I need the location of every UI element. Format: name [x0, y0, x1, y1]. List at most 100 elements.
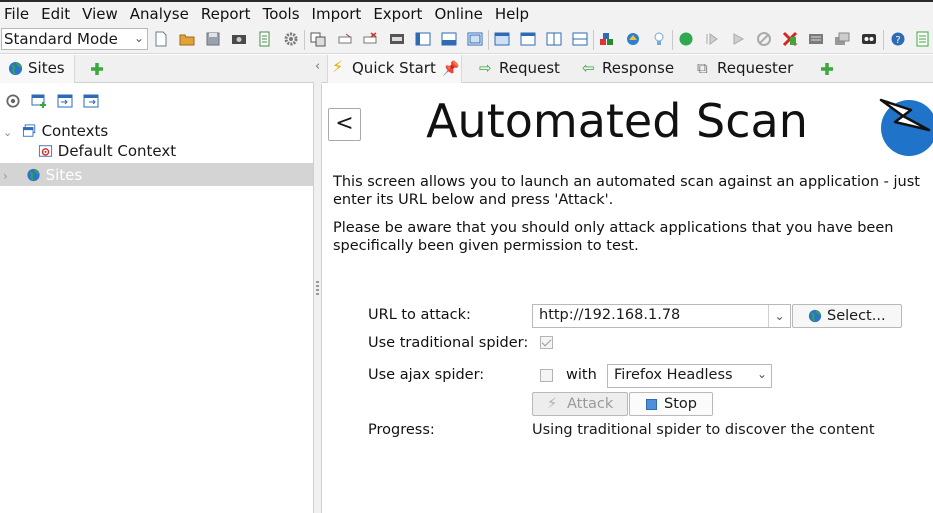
url-to-attack-input[interactable]: http://192.168.1.78: [539, 307, 680, 323]
stop-button[interactable]: Stop: [629, 392, 713, 416]
help-icon[interactable]: ?: [890, 31, 906, 47]
check-updates-icon[interactable]: [625, 31, 641, 47]
target-icon[interactable]: [6, 94, 20, 108]
tree-node-sites[interactable]: › Sites: [3, 165, 82, 185]
toolbar-separator: [672, 30, 673, 50]
menu-edit[interactable]: Edit: [37, 5, 78, 23]
contexts-folder-icon: [22, 124, 35, 137]
menu-export[interactable]: Export: [369, 5, 430, 23]
add-tab-plus-icon[interactable]: [89, 61, 105, 77]
layout-toggle-icon[interactable]: [310, 31, 326, 47]
chevron-down-icon[interactable]: ⌄: [768, 305, 790, 327]
options-panel-icon[interactable]: [915, 31, 931, 47]
open-session-icon[interactable]: [179, 31, 195, 47]
tab-response[interactable]: ⇦ Response: [582, 55, 682, 83]
tab-sites-label: Sites: [28, 59, 65, 77]
close-tab-icon[interactable]: [362, 31, 378, 47]
menu-view[interactable]: View: [78, 5, 126, 23]
chevron-down-icon[interactable]: ⌄: [3, 123, 17, 143]
new-session-icon[interactable]: [153, 31, 169, 47]
export-context-icon[interactable]: [83, 93, 99, 109]
requester-windows-icon: ⧉: [697, 59, 708, 77]
pane-splitter[interactable]: [314, 55, 321, 513]
menu-import[interactable]: Import: [308, 5, 370, 23]
save-session-icon[interactable]: [205, 31, 221, 47]
step-icon[interactable]: [704, 31, 720, 47]
menu-bar: File Edit View Analyse Report Tools Impo…: [0, 2, 933, 26]
drop-icon[interactable]: [756, 31, 772, 47]
options-gear-icon[interactable]: [283, 31, 299, 47]
layout-full-icon[interactable]: [415, 31, 431, 47]
traditional-spider-checkbox[interactable]: [540, 336, 553, 349]
chevron-down-icon: ⌄: [756, 367, 767, 381]
tree-node-contexts[interactable]: ⌄ Contexts: [3, 121, 108, 141]
pin-tab-icon[interactable]: [389, 31, 405, 47]
chevron-right-icon[interactable]: ›: [3, 166, 21, 186]
toolbar-separator: [488, 30, 489, 50]
tab-requester[interactable]: ⧉ Requester: [697, 55, 797, 83]
ajax-browser-select[interactable]: Firefox Headless ⌄: [607, 364, 772, 388]
tree-node-default-context[interactable]: Default Context: [38, 141, 176, 161]
menu-tools[interactable]: Tools: [259, 5, 308, 23]
sites-toolbar: [0, 85, 314, 115]
permission-warning: Please be aware that you should only att…: [333, 220, 894, 254]
lightning-icon: ⚡: [332, 57, 344, 76]
add-tab-plus-icon[interactable]: [819, 61, 835, 77]
mode-select[interactable]: Standard Mode ⌄: [1, 28, 148, 50]
tab-quick-start[interactable]: ⚡ Quick Start 📌: [327, 55, 462, 83]
with-label: with: [566, 367, 597, 383]
new-context-icon[interactable]: [31, 93, 47, 109]
ajax-spider-checkbox[interactable]: [540, 369, 553, 382]
pin-icon[interactable]: 📌: [442, 56, 459, 82]
stop-button-label: Stop: [664, 396, 697, 412]
mode-select-value: Standard Mode: [4, 30, 118, 48]
break-on-all-icon[interactable]: [678, 31, 694, 47]
continue-icon[interactable]: [730, 31, 746, 47]
left-tab-strip: Sites: [0, 55, 314, 83]
select-url-button[interactable]: Select...: [792, 304, 902, 328]
hud-toggle-icon[interactable]: [861, 31, 877, 47]
ajax-browser-value: Firefox Headless: [614, 367, 733, 383]
menu-analyse[interactable]: Analyse: [126, 5, 197, 23]
tab-scroll-left-icon[interactable]: ‹: [315, 59, 320, 74]
progress-status-text: Using traditional spider to discover the…: [532, 422, 875, 438]
lightning-icon: ⚡: [547, 396, 558, 412]
split-vertical-icon[interactable]: [572, 31, 588, 47]
encode-decode-icon[interactable]: [808, 31, 824, 47]
menu-report[interactable]: Report: [197, 5, 259, 23]
snapshot-icon[interactable]: [231, 31, 247, 47]
svg-text:?: ?: [895, 35, 900, 46]
attack-button-label: Attack: [567, 396, 614, 412]
globe-icon: [808, 309, 822, 323]
progress-label: Progress:: [368, 422, 435, 438]
manual-request-icon[interactable]: [834, 31, 850, 47]
toolbar-separator: [883, 30, 884, 50]
attack-button[interactable]: ⚡ Attack: [532, 392, 628, 416]
toolbar-separator: [593, 30, 594, 50]
menu-online[interactable]: Online: [430, 5, 490, 23]
scan-policy-icon[interactable]: [782, 31, 798, 47]
traditional-spider-label: Use traditional spider:: [368, 335, 529, 351]
intro-text: This screen allows you to launch an auto…: [333, 174, 920, 208]
url-to-attack-combo[interactable]: http://192.168.1.78 ⌄: [532, 304, 791, 328]
splitter-grip[interactable]: [316, 281, 319, 295]
layout-tabs-icon[interactable]: [441, 31, 457, 47]
response-only-icon[interactable]: [520, 31, 536, 47]
split-horizontal-icon[interactable]: [546, 31, 562, 47]
request-only-icon[interactable]: [494, 31, 510, 47]
menu-file[interactable]: File: [0, 5, 37, 23]
main-toolbar: Standard Mode ⌄ ?: [0, 26, 933, 54]
show-tab-icon[interactable]: [337, 31, 353, 47]
stop-square-icon: [646, 399, 657, 410]
layout-side-icon[interactable]: [467, 31, 483, 47]
hint-bulb-icon[interactable]: [651, 31, 667, 47]
session-properties-icon[interactable]: [257, 31, 273, 47]
tab-request-label: Request: [499, 59, 560, 77]
tab-response-label: Response: [602, 59, 675, 77]
import-context-icon[interactable]: [57, 93, 73, 109]
tab-request[interactable]: ⇨ Request: [479, 55, 569, 83]
menu-help[interactable]: Help: [491, 5, 537, 23]
page-title: Automated Scan: [426, 94, 808, 148]
addons-blocks-icon[interactable]: [599, 31, 615, 47]
tab-sites[interactable]: Sites: [0, 55, 75, 83]
